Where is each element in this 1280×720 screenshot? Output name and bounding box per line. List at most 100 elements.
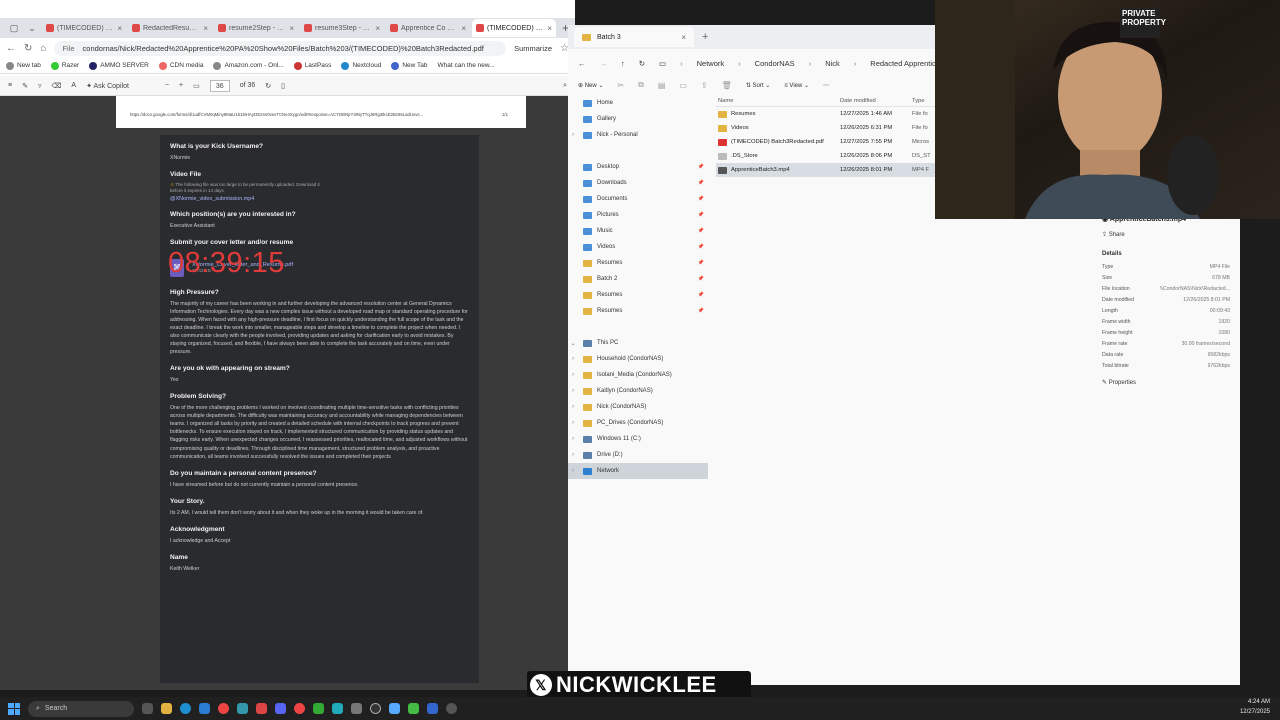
pin-icon[interactable]: 📌 — [698, 228, 704, 234]
back-arrow-icon[interactable]: ← — [578, 59, 586, 68]
pin-icon[interactable]: 📌 — [698, 212, 704, 218]
erase-icon[interactable]: ⌫ — [51, 82, 61, 90]
chevron-icon[interactable]: › — [568, 132, 578, 138]
bookmark-item[interactable]: Nextcloud — [341, 61, 381, 70]
column-name[interactable]: Name — [716, 98, 840, 104]
nav-item[interactable]: Home — [568, 95, 708, 111]
refresh-icon[interactable]: ↻ — [639, 59, 645, 68]
page-number-input[interactable]: 36 — [209, 79, 230, 92]
browser-tab-5[interactable]: Apprentice Co Execut...× — [386, 19, 470, 37]
highlight-icon[interactable]: ▿ — [38, 82, 42, 90]
delete-icon[interactable]: 🗑 — [722, 81, 732, 90]
taskbar-search[interactable]: ⌕ Search — [28, 700, 134, 717]
pin-icon[interactable]: 📌 — [698, 292, 704, 298]
sort-button[interactable]: ⇅ Sort ⌄ — [746, 82, 770, 89]
pin-icon[interactable]: 📌 — [698, 180, 704, 186]
bookmark-item[interactable]: LastPass — [293, 61, 331, 70]
browser-tab-6-active[interactable]: (TIMECODED) Batch3× — [472, 19, 556, 37]
app-icon[interactable] — [313, 703, 324, 714]
close-tab-icon[interactable]: × — [117, 24, 122, 33]
nav-item[interactable]: › Nick - Personal — [568, 127, 708, 143]
new-button[interactable]: ⊕ New ⌄ — [578, 82, 603, 89]
chevron-icon[interactable]: ⌄ — [568, 340, 578, 347]
browser-tab-4[interactable]: resume3Step - Ry... × — [300, 19, 384, 37]
breadcrumb-item[interactable]: Network — [697, 59, 725, 68]
home-icon[interactable]: ⌂ — [40, 43, 46, 54]
app-icon[interactable] — [427, 703, 438, 714]
close-tab-icon[interactable]: × — [681, 33, 686, 42]
close-tab-icon[interactable]: × — [461, 24, 466, 33]
close-tab-icon[interactable]: × — [375, 24, 380, 33]
zoom-out-icon[interactable]: − — [165, 82, 169, 89]
nav-item[interactable]: Downloads 📌 — [568, 175, 708, 191]
browser-tab-2[interactable]: RedactedResume_F...× — [128, 19, 212, 37]
nav-item[interactable]: Videos 📌 — [568, 239, 708, 255]
refresh-icon[interactable]: ↻ — [24, 43, 32, 54]
summarize-button[interactable]: Summarize — [514, 44, 552, 53]
rename-icon[interactable]: ▭ — [679, 81, 687, 90]
chrome-icon[interactable] — [294, 703, 305, 714]
column-date[interactable]: Date modified — [840, 98, 912, 104]
view-button[interactable]: ≡ View ⌄ — [784, 82, 809, 89]
obs-icon[interactable] — [370, 703, 381, 714]
browser-tab-1[interactable]: (TIMECODED) Batch3× — [42, 19, 126, 37]
chevron-icon[interactable]: › — [568, 436, 578, 442]
nav-item[interactable]: Resumes 📌 — [568, 255, 708, 271]
paste-icon[interactable]: ▤ — [658, 81, 666, 90]
app-icon[interactable] — [332, 703, 343, 714]
bookmark-item[interactable]: New Tab — [391, 61, 428, 70]
tab-list-chevron-icon[interactable]: ⌄ — [24, 23, 40, 34]
tab-actions-icon[interactable]: ▢ — [6, 23, 22, 34]
menu-icon[interactable]: ≡ — [8, 82, 12, 89]
more-options-icon[interactable]: ⋯ — [823, 82, 829, 89]
up-arrow-icon[interactable]: ↑ — [621, 59, 625, 68]
monitor-icon[interactable]: ▭ — [659, 59, 666, 68]
pin-icon[interactable]: 📌 — [698, 244, 704, 250]
pin-icon[interactable]: 📌 — [698, 308, 704, 314]
forward-arrow-icon[interactable]: → — [600, 59, 608, 68]
bookmark-item[interactable]: AMMO SERVER — [89, 61, 149, 70]
explorer-tab[interactable]: Batch 3 × — [574, 27, 694, 47]
app-icon[interactable] — [389, 703, 400, 714]
close-tab-icon[interactable]: × — [547, 24, 552, 33]
chrome-icon[interactable] — [218, 703, 229, 714]
pdf-viewer[interactable]: https://docs.google.com/forms/d/1udfCVM0… — [0, 96, 568, 690]
new-tab-plus-icon[interactable]: + — [702, 31, 708, 43]
breadcrumb-item[interactable]: CondorNAS — [755, 59, 795, 68]
bookmark-item[interactable]: CDN media — [158, 61, 203, 70]
app-icon[interactable] — [351, 703, 362, 714]
fit-page-icon[interactable]: ▭ — [193, 82, 200, 90]
nav-item[interactable]: › Kaitlyn (CondorNAS) — [568, 383, 708, 399]
app-icon[interactable] — [199, 703, 210, 714]
pin-icon[interactable]: 📌 — [698, 196, 704, 202]
nav-item[interactable]: Batch 2 📌 — [568, 271, 708, 287]
ask-copilot-button[interactable]: ✦ Ask Copilot — [86, 82, 129, 90]
nav-item[interactable]: Gallery — [568, 111, 708, 127]
file-explorer-icon[interactable] — [161, 703, 172, 714]
pin-icon[interactable]: 📌 — [698, 276, 704, 282]
bookmark-item[interactable]: What can the new... — [438, 62, 495, 69]
properties-button[interactable]: ✎ Properties — [1102, 379, 1240, 386]
bookmark-item[interactable]: New tab — [6, 61, 41, 70]
page-view-icon[interactable]: ▯ — [281, 82, 285, 90]
nav-item[interactable]: › Isolani_Media (CondorNAS) — [568, 367, 708, 383]
nav-item[interactable]: › PC_Drives (CondorNAS) — [568, 415, 708, 431]
nav-item[interactable]: › Network — [568, 463, 708, 479]
nav-item[interactable]: Resumes 📌 — [568, 287, 708, 303]
discord-icon[interactable] — [275, 703, 286, 714]
nav-item[interactable]: › Nick (CondorNAS) — [568, 399, 708, 415]
bookmark-item[interactable]: Razer — [50, 61, 79, 70]
chevron-icon[interactable]: › — [568, 404, 578, 410]
chevron-icon[interactable]: › — [568, 468, 578, 474]
nav-item[interactable]: ⌄ This PC — [568, 335, 708, 351]
nav-item[interactable]: › Drive (D:) — [568, 447, 708, 463]
edge-icon[interactable] — [180, 703, 191, 714]
copy-icon[interactable]: ⧉ — [638, 80, 644, 90]
task-view-icon[interactable] — [142, 703, 153, 714]
zoom-in-icon[interactable]: + — [179, 82, 183, 89]
chevron-icon[interactable]: › — [568, 388, 578, 394]
nav-item[interactable]: Resumes 📌 — [568, 303, 708, 319]
draw-icon[interactable]: ✎ — [22, 82, 28, 90]
nav-item[interactable]: Documents 📌 — [568, 191, 708, 207]
browser-profile-icon[interactable] — [8, 4, 26, 18]
